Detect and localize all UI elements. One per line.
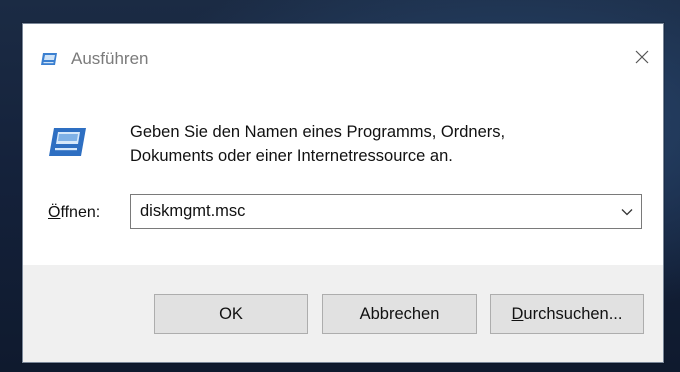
open-label-accesskey: Ö	[48, 204, 61, 221]
open-label: Öffnen:	[48, 204, 100, 222]
command-input[interactable]	[131, 195, 613, 228]
open-combobox[interactable]	[130, 194, 642, 229]
browse-label: urchsuchen...	[523, 304, 623, 323]
title-bar[interactable]: Ausführen	[23, 24, 663, 90]
chevron-down-icon	[621, 208, 633, 215]
button-bar: OK Abbrechen Durchsuchen...	[23, 265, 663, 362]
cancel-button[interactable]: Abbrechen	[322, 294, 477, 334]
dialog-title: Ausführen	[71, 49, 149, 68]
run-icon	[40, 52, 58, 66]
instruction-line-2: Dokuments oder einer Internetressource a…	[130, 147, 453, 165]
dropdown-button[interactable]	[613, 195, 641, 228]
browse-accesskey: D	[511, 304, 524, 323]
dialog-content: Geben Sie den Namen eines Programms, Ord…	[23, 90, 663, 265]
close-button[interactable]	[627, 42, 657, 72]
run-dialog: Ausführen Geben Sie den Namen eines Prog…	[22, 23, 664, 363]
close-icon	[635, 50, 649, 64]
ok-button[interactable]: OK	[154, 294, 308, 334]
run-icon	[47, 127, 87, 157]
instruction-line-1: Geben Sie den Namen eines Programms, Ord…	[130, 123, 506, 141]
instruction-text: Geben Sie den Namen eines Programms, Ord…	[130, 120, 505, 168]
browse-button[interactable]: Durchsuchen...	[490, 294, 644, 334]
open-label-text: ffnen:	[60, 204, 101, 221]
